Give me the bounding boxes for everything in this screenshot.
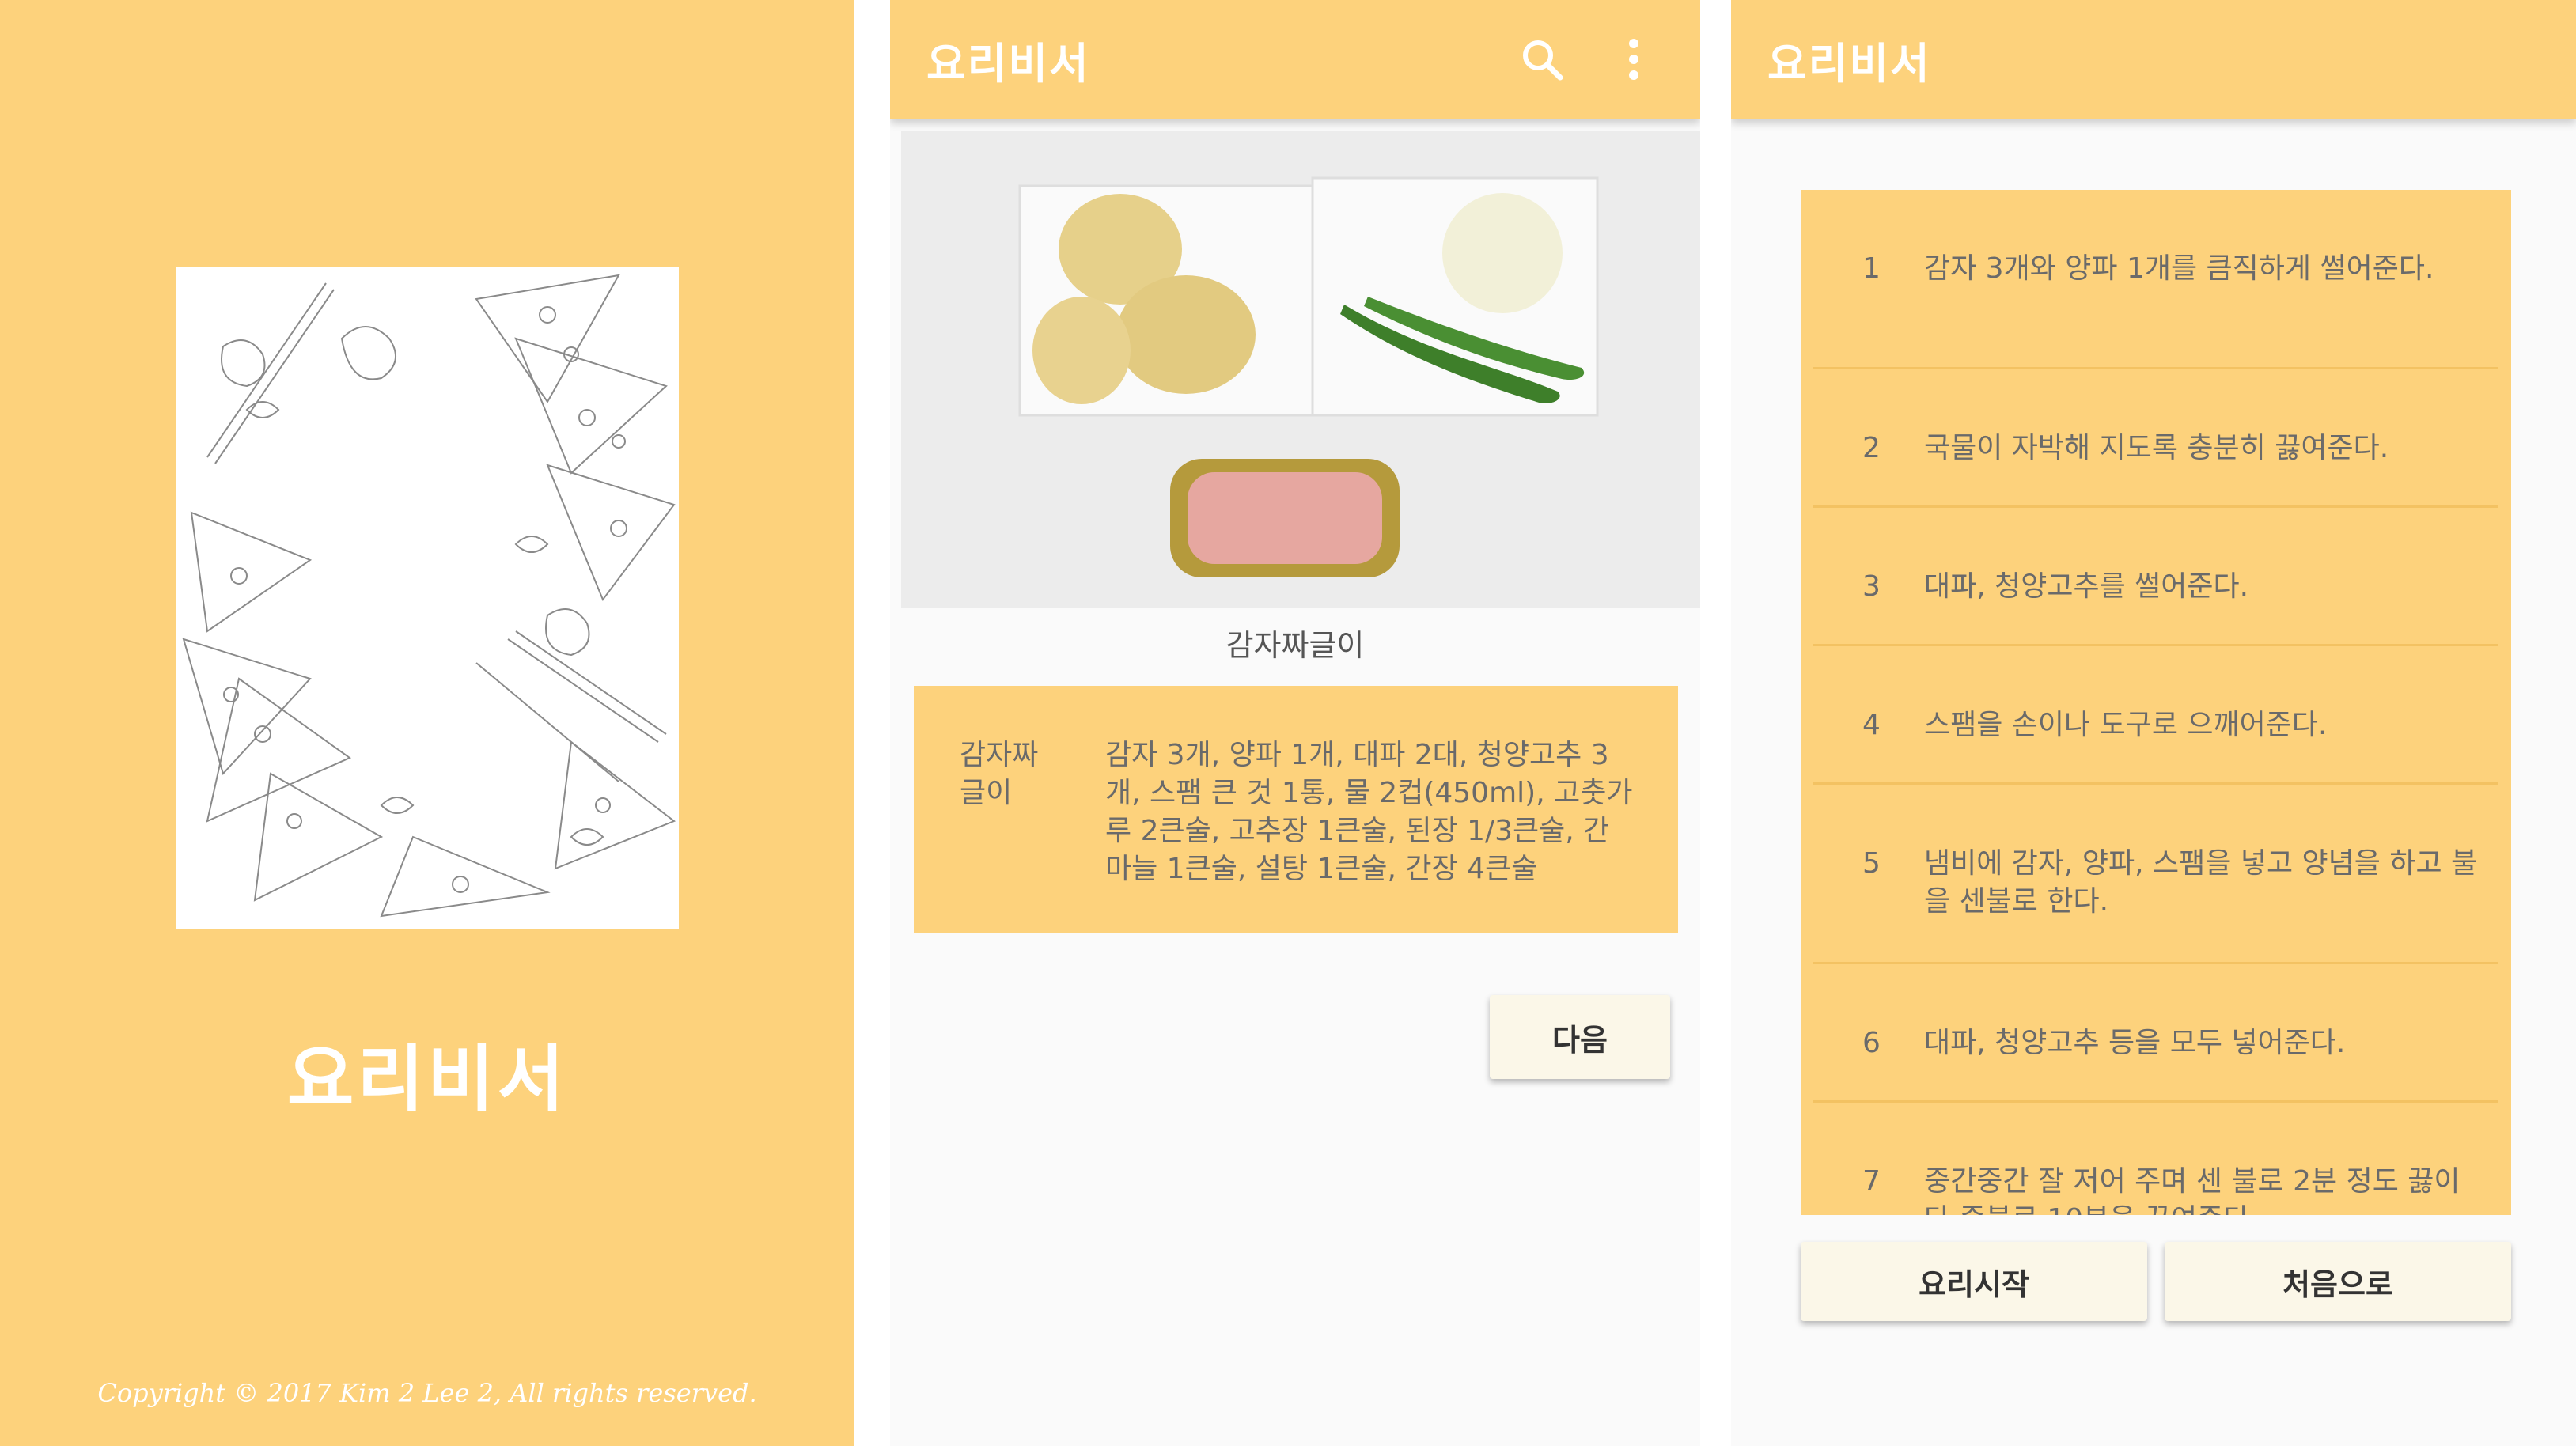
step-number: 3	[1862, 570, 1881, 603]
app-bar-title: 요리비서	[1767, 38, 1931, 89]
step-item: 6 대파, 청양고추 등을 모두 넣어준다.	[1813, 964, 2498, 1103]
step-number: 6	[1862, 1027, 1881, 1059]
step-text: 냄비에 감자, 양파, 스팸을 넣고 양념을 하고 불을 센불로 한다.	[1924, 847, 2478, 918]
step-number: 4	[1862, 709, 1881, 741]
copyright-text: Copyright © 2017 Kim 2 Lee 2, All rights…	[97, 1378, 757, 1408]
step-text: 감자 3개와 양파 1개를 큼직하게 썰어준다.	[1924, 252, 2434, 285]
step-number: 7	[1862, 1165, 1881, 1198]
splash-screen: 요리비서 Copyright © 2017 Kim 2 Lee 2, All r…	[0, 0, 854, 1446]
app-bar: 요리비서	[1731, 0, 2576, 119]
next-button[interactable]: 다음	[1490, 995, 1670, 1079]
step-number: 2	[1862, 432, 1881, 464]
step-text: 대파, 청양고추 등을 모두 넣어준다.	[1924, 1027, 2346, 1059]
steps-list[interactable]: 1 감자 3개와 양파 1개를 큼직하게 썰어준다. 2 국물이 자박해 지도록…	[1801, 190, 2511, 1215]
recipe-name: 감자짜글이	[1225, 628, 1365, 663]
step-number: 5	[1862, 847, 1881, 880]
cooking-steps-screen: 요리비서 1 감자 3개와 양파 1개를 큼직하게 썰어준다. 2 국물이 자박…	[1731, 0, 2576, 1446]
step-text: 스팸을 손이나 도구로 으깨어준다.	[1924, 709, 2328, 741]
app-bar-title: 요리비서	[926, 38, 1090, 89]
food-sketch-illustration	[176, 267, 679, 929]
step-number: 1	[1862, 252, 1881, 285]
step-item: 3 대파, 청양고추를 썰어준다.	[1813, 508, 2498, 646]
ingredients-title: 감자짜글이	[960, 739, 1039, 809]
step-item: 1 감자 3개와 양파 1개를 큼직하게 썰어준다.	[1813, 190, 2498, 369]
ingredients-card: 감자짜글이 감자 3개, 양파 1개, 대파 2대, 청양고추 3개, 스팸 큰…	[914, 686, 1678, 933]
step-item: 2 국물이 자박해 지도록 충분히 끓여준다.	[1813, 369, 2498, 508]
search-icon[interactable]	[1504, 21, 1580, 97]
back-to-start-button[interactable]: 처음으로	[2165, 1242, 2511, 1321]
step-item: 4 스팸을 손이나 도구로 으깨어준다.	[1813, 646, 2498, 785]
step-item: 7 중간중간 잘 저어 주며 센 불로 2분 정도 끓이다 중불로 10분을 끓…	[1813, 1103, 2498, 1215]
step-text: 대파, 청양고추를 썰어준다.	[1924, 570, 2249, 603]
ingredients-list: 감자 3개, 양파 1개, 대파 2대, 청양고추 3개, 스팸 큰 것 1통,…	[1105, 739, 1633, 885]
step-text: 국물이 자박해 지도록 충분히 끓여준다.	[1924, 432, 2389, 464]
start-cooking-button[interactable]: 요리시작	[1801, 1242, 2147, 1321]
bottom-buttons: 요리시작 처음으로	[1801, 1242, 2511, 1321]
recipe-photo	[901, 131, 1700, 608]
more-vert-icon[interactable]	[1596, 21, 1672, 97]
step-text: 중간중간 잘 저어 주며 센 불로 2분 정도 끓이다 중불로 10분을 끓여준…	[1924, 1165, 2460, 1215]
recipe-detail-screen: 요리비서 감자짜글이 감자짜글이 감자 3개, 양파 1개, 대파 2대, 청양…	[890, 0, 1700, 1446]
app-name: 요리비서	[286, 1037, 568, 1122]
app-bar: 요리비서	[890, 0, 1700, 119]
step-item: 5 냄비에 감자, 양파, 스팸을 넣고 양념을 하고 불을 센불로 한다.	[1813, 785, 2498, 964]
